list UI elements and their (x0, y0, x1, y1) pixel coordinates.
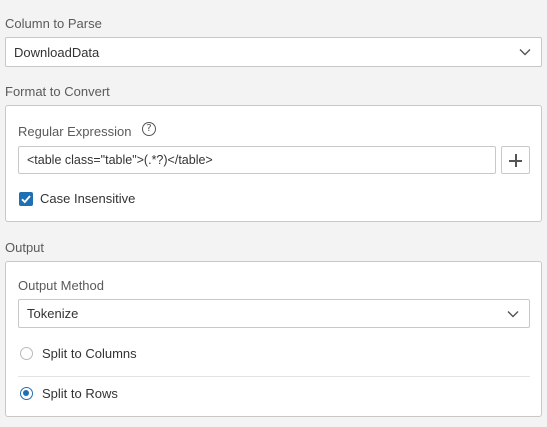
format-to-convert-title: Format to Convert (5, 84, 110, 99)
split-to-columns-label[interactable]: Split to Columns (42, 346, 137, 361)
split-to-columns-radio[interactable] (20, 347, 33, 360)
output-method-label: Output Method (18, 278, 104, 293)
add-expression-button[interactable] (501, 146, 530, 174)
column-to-parse-select[interactable]: DownloadData (5, 37, 542, 67)
regex-label: Regular Expression (18, 124, 132, 139)
output-card: Output Method Tokenize Split to Columns … (5, 261, 542, 417)
checkmark-icon (21, 195, 31, 204)
split-to-rows-label[interactable]: Split to Rows (42, 386, 118, 401)
column-to-parse-value: DownloadData (14, 44, 100, 60)
case-insensitive-checkbox[interactable] (19, 192, 33, 206)
output-method-select[interactable]: Tokenize (18, 299, 530, 328)
regex-input[interactable]: <table class="table">(.*?)</table> (18, 146, 496, 174)
chevron-down-icon (519, 49, 531, 56)
column-to-parse-title: Column to Parse (5, 16, 102, 31)
chevron-down-icon (507, 310, 519, 317)
split-to-rows-radio[interactable] (20, 387, 33, 400)
output-title: Output (5, 240, 45, 255)
case-insensitive-label[interactable]: Case Insensitive (40, 191, 135, 206)
help-icon[interactable]: ? (142, 122, 156, 136)
format-to-convert-card: Regular Expression ? <table class="table… (5, 105, 542, 222)
output-method-value: Tokenize (27, 306, 79, 321)
options-divider (18, 376, 530, 377)
